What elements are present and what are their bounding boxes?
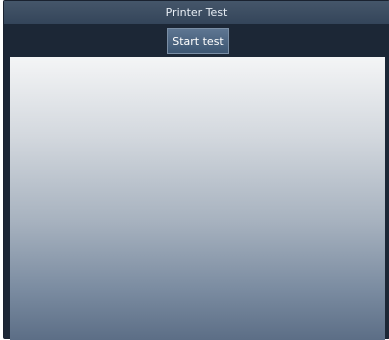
printer-test-window: Printer Test Start test	[3, 0, 389, 340]
test-output-area	[10, 57, 385, 340]
start-test-button[interactable]: Start test	[167, 28, 229, 54]
toolbar: Start test	[4, 24, 389, 56]
window-title: Printer Test	[165, 6, 228, 19]
title-bar[interactable]: Printer Test	[4, 1, 389, 24]
